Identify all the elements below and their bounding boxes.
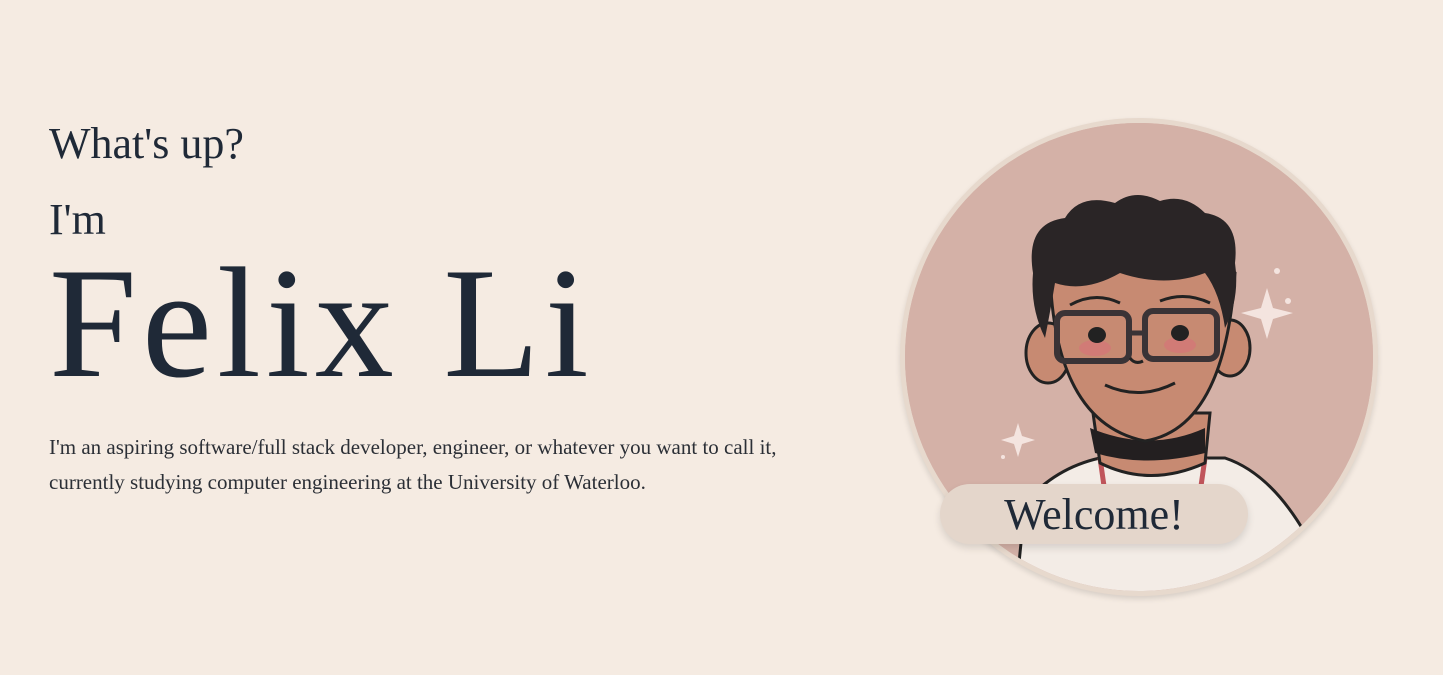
- greeting-text: What's up?: [49, 119, 244, 168]
- name-heading: Felix Li: [49, 236, 594, 411]
- bio-paragraph: I'm an aspiring software/full stack deve…: [49, 435, 777, 494]
- welcome-badge: Welcome!: [940, 484, 1248, 544]
